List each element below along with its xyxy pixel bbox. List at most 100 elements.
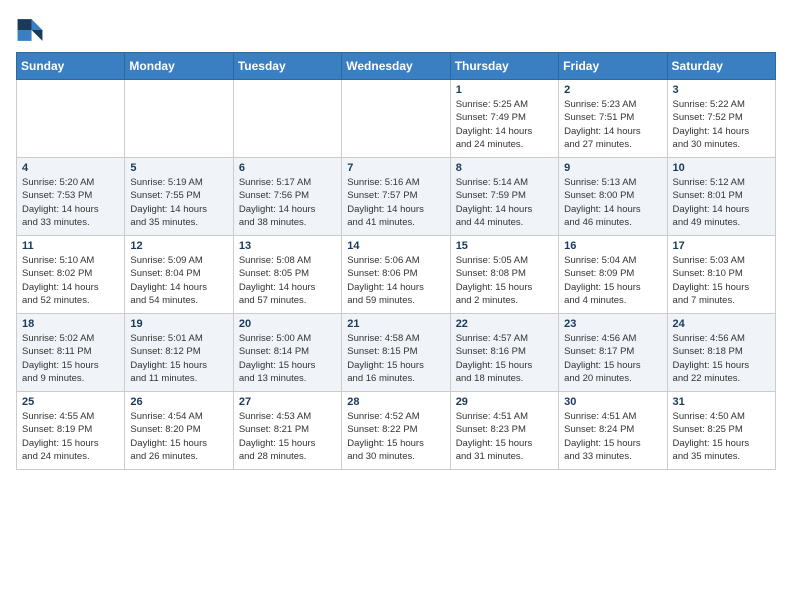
day-info: Sunrise: 5:19 AM Sunset: 7:55 PM Dayligh…	[130, 176, 227, 229]
day-info: Sunrise: 5:12 AM Sunset: 8:01 PM Dayligh…	[673, 176, 770, 229]
calendar-cell: 3Sunrise: 5:22 AM Sunset: 7:52 PM Daylig…	[667, 80, 775, 158]
calendar-table: SundayMondayTuesdayWednesdayThursdayFrid…	[16, 52, 776, 470]
day-info: Sunrise: 5:23 AM Sunset: 7:51 PM Dayligh…	[564, 98, 661, 151]
logo	[16, 16, 48, 44]
day-number: 30	[564, 396, 661, 408]
day-info: Sunrise: 5:05 AM Sunset: 8:08 PM Dayligh…	[456, 254, 553, 307]
day-info: Sunrise: 4:52 AM Sunset: 8:22 PM Dayligh…	[347, 410, 444, 463]
day-header-friday: Friday	[559, 53, 667, 80]
day-info: Sunrise: 4:56 AM Sunset: 8:18 PM Dayligh…	[673, 332, 770, 385]
calendar-cell	[17, 80, 125, 158]
day-info: Sunrise: 5:06 AM Sunset: 8:06 PM Dayligh…	[347, 254, 444, 307]
day-number: 12	[130, 240, 227, 252]
day-info: Sunrise: 5:04 AM Sunset: 8:09 PM Dayligh…	[564, 254, 661, 307]
day-number: 21	[347, 318, 444, 330]
day-number: 22	[456, 318, 553, 330]
day-info: Sunrise: 5:00 AM Sunset: 8:14 PM Dayligh…	[239, 332, 336, 385]
calendar-cell: 2 Sunrise: 5:23 AM Sunset: 7:51 PM Daylig…	[559, 80, 667, 158]
day-info: Sunrise: 4:56 AM Sunset: 8:17 PM Dayligh…	[564, 332, 661, 385]
calendar-cell: 11 Sunrise: 5:10 AM Sunset: 8:02 PM Dayli…	[17, 236, 125, 314]
day-header-tuesday: Tuesday	[233, 53, 341, 80]
calendar-cell: 6 Sunrise: 5:17 AM Sunset: 7:56 PM Daylig…	[233, 158, 341, 236]
day-number: 6	[239, 162, 336, 174]
day-number: 24	[673, 318, 770, 330]
day-info: Sunrise: 5:16 AM Sunset: 7:57 PM Dayligh…	[347, 176, 444, 229]
day-info: Sunrise: 5:17 AM Sunset: 7:56 PM Dayligh…	[239, 176, 336, 229]
calendar-cell: 26 Sunrise: 4:54 AM Sunset: 8:20 PM Dayli…	[125, 392, 233, 470]
week-row-4: 18Sunrise: 5:02 AM Sunset: 8:11 PM Dayli…	[17, 314, 776, 392]
day-number: 13	[239, 240, 336, 252]
day-info: Sunrise: 5:03 AM Sunset: 8:10 PM Dayligh…	[673, 254, 770, 307]
day-info: Sunrise: 5:13 AM Sunset: 8:00 PM Dayligh…	[564, 176, 661, 229]
day-info: Sunrise: 4:54 AM Sunset: 8:20 PM Dayligh…	[130, 410, 227, 463]
calendar-cell: 7Sunrise: 5:16 AM Sunset: 7:57 PM Daylig…	[342, 158, 450, 236]
day-info: Sunrise: 4:58 AM Sunset: 8:15 PM Dayligh…	[347, 332, 444, 385]
calendar-cell: 14 Sunrise: 5:06 AM Sunset: 8:06 PM Dayli…	[342, 236, 450, 314]
calendar-cell: 30 Sunrise: 4:51 AM Sunset: 8:24 PM Dayli…	[559, 392, 667, 470]
day-number: 31	[673, 396, 770, 408]
calendar-cell: 22 Sunrise: 4:57 AM Sunset: 8:16 PM Dayli…	[450, 314, 558, 392]
page-header	[16, 16, 776, 44]
day-info: Sunrise: 5:20 AM Sunset: 7:53 PM Dayligh…	[22, 176, 119, 229]
day-number: 15	[456, 240, 553, 252]
day-number: 19	[130, 318, 227, 330]
day-number: 2	[564, 84, 661, 96]
day-info: Sunrise: 5:09 AM Sunset: 8:04 PM Dayligh…	[130, 254, 227, 307]
day-header-saturday: Saturday	[667, 53, 775, 80]
day-info: Sunrise: 4:51 AM Sunset: 8:23 PM Dayligh…	[456, 410, 553, 463]
calendar-cell: 8 Sunrise: 5:14 AM Sunset: 7:59 PM Daylig…	[450, 158, 558, 236]
calendar-cell: 4 Sunrise: 5:20 AM Sunset: 7:53 PM Daylig…	[17, 158, 125, 236]
day-number: 11	[22, 240, 119, 252]
week-row-2: 4 Sunrise: 5:20 AM Sunset: 7:53 PM Daylig…	[17, 158, 776, 236]
calendar-cell: 24 Sunrise: 4:56 AM Sunset: 8:18 PM Dayli…	[667, 314, 775, 392]
week-row-1: 1Sunrise: 5:25 AM Sunset: 7:49 PM Daylig…	[17, 80, 776, 158]
day-number: 28	[347, 396, 444, 408]
calendar-cell: 29 Sunrise: 4:51 AM Sunset: 8:23 PM Dayli…	[450, 392, 558, 470]
logo-icon	[16, 16, 44, 44]
day-number: 14	[347, 240, 444, 252]
day-number: 26	[130, 396, 227, 408]
calendar-cell	[125, 80, 233, 158]
calendar-header-row: SundayMondayTuesdayWednesdayThursdayFrid…	[17, 53, 776, 80]
calendar-cell: 5 Sunrise: 5:19 AM Sunset: 7:55 PM Daylig…	[125, 158, 233, 236]
day-number: 18	[22, 318, 119, 330]
calendar-cell: 27 Sunrise: 4:53 AM Sunset: 8:21 PM Dayli…	[233, 392, 341, 470]
week-row-3: 11 Sunrise: 5:10 AM Sunset: 8:02 PM Dayli…	[17, 236, 776, 314]
calendar-cell: 23 Sunrise: 4:56 AM Sunset: 8:17 PM Dayli…	[559, 314, 667, 392]
calendar-cell	[342, 80, 450, 158]
day-number: 16	[564, 240, 661, 252]
day-info: Sunrise: 5:08 AM Sunset: 8:05 PM Dayligh…	[239, 254, 336, 307]
calendar-cell: 1Sunrise: 5:25 AM Sunset: 7:49 PM Daylig…	[450, 80, 558, 158]
calendar-cell: 16 Sunrise: 5:04 AM Sunset: 8:09 PM Dayli…	[559, 236, 667, 314]
day-number: 10	[673, 162, 770, 174]
day-info: Sunrise: 5:10 AM Sunset: 8:02 PM Dayligh…	[22, 254, 119, 307]
week-row-5: 25 Sunrise: 4:55 AM Sunset: 8:19 PM Dayli…	[17, 392, 776, 470]
calendar-cell: 18Sunrise: 5:02 AM Sunset: 8:11 PM Dayli…	[17, 314, 125, 392]
day-info: Sunrise: 5:14 AM Sunset: 7:59 PM Dayligh…	[456, 176, 553, 229]
calendar-cell: 21 Sunrise: 4:58 AM Sunset: 8:15 PM Dayli…	[342, 314, 450, 392]
day-info: Sunrise: 5:25 AM Sunset: 7:49 PM Dayligh…	[456, 98, 553, 151]
calendar-cell	[233, 80, 341, 158]
day-info: Sunrise: 4:50 AM Sunset: 8:25 PM Dayligh…	[673, 410, 770, 463]
day-header-sunday: Sunday	[17, 53, 125, 80]
day-info: Sunrise: 4:57 AM Sunset: 8:16 PM Dayligh…	[456, 332, 553, 385]
day-number: 29	[456, 396, 553, 408]
day-number: 8	[456, 162, 553, 174]
calendar-cell: 13 Sunrise: 5:08 AM Sunset: 8:05 PM Dayli…	[233, 236, 341, 314]
day-number: 9	[564, 162, 661, 174]
day-number: 27	[239, 396, 336, 408]
calendar-cell: 31 Sunrise: 4:50 AM Sunset: 8:25 PM Dayli…	[667, 392, 775, 470]
day-number: 25	[22, 396, 119, 408]
day-number: 17	[673, 240, 770, 252]
day-number: 23	[564, 318, 661, 330]
calendar-cell: 12 Sunrise: 5:09 AM Sunset: 8:04 PM Dayli…	[125, 236, 233, 314]
day-number: 4	[22, 162, 119, 174]
day-info: Sunrise: 5:01 AM Sunset: 8:12 PM Dayligh…	[130, 332, 227, 385]
day-number: 20	[239, 318, 336, 330]
day-number: 5	[130, 162, 227, 174]
calendar-cell: 19 Sunrise: 5:01 AM Sunset: 8:12 PM Dayli…	[125, 314, 233, 392]
day-info: Sunrise: 4:53 AM Sunset: 8:21 PM Dayligh…	[239, 410, 336, 463]
calendar-cell: 15 Sunrise: 5:05 AM Sunset: 8:08 PM Dayli…	[450, 236, 558, 314]
day-info: Sunrise: 4:51 AM Sunset: 8:24 PM Dayligh…	[564, 410, 661, 463]
day-info: Sunrise: 4:55 AM Sunset: 8:19 PM Dayligh…	[22, 410, 119, 463]
